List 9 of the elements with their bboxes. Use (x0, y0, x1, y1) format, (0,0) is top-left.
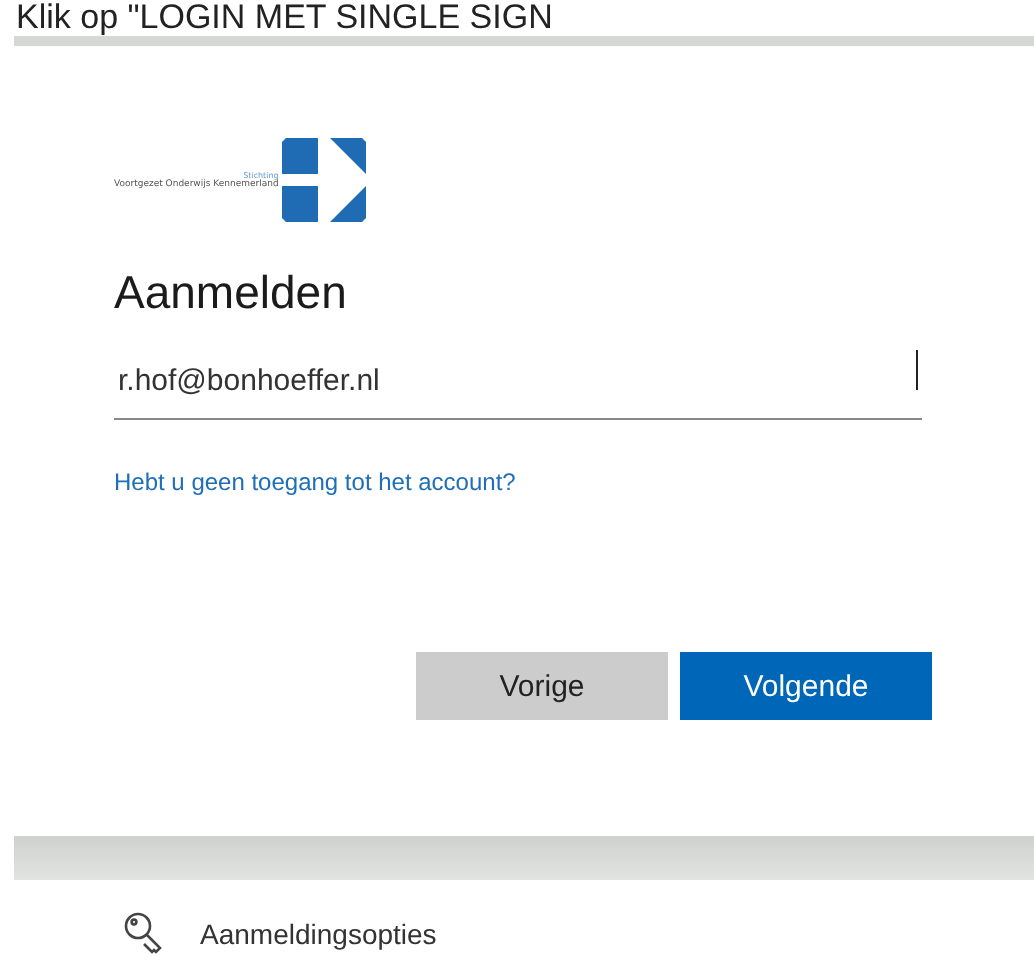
caption-text: Klik op "LOGIN MET SINGLE SIGN (14, 0, 555, 36)
back-button[interactable]: Vorige (416, 652, 668, 720)
sign-in-heading: Aanmelden (114, 266, 349, 320)
logo-icon (282, 138, 367, 222)
sign-in-options-link[interactable]: Aanmeldingsopties (200, 918, 437, 950)
help-link[interactable]: Hebt u geen toegang tot het account? (114, 468, 932, 496)
next-button[interactable]: Volgende (680, 652, 932, 720)
key-icon (124, 912, 164, 956)
email-field[interactable]: r.hof@bonhoeffer.nl (114, 344, 922, 420)
